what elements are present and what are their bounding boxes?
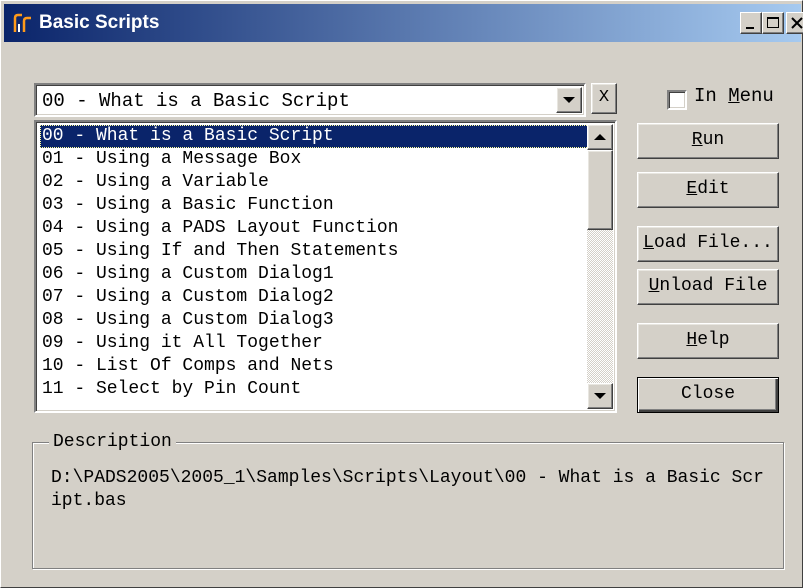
list-item[interactable]: 03 - Using a Basic Function — [40, 194, 589, 217]
edit-button[interactable]: Edit — [637, 172, 779, 208]
arrow-up-icon — [594, 134, 606, 140]
chevron-down-icon — [563, 97, 575, 103]
in-menu-label-mnemonic: M — [728, 85, 740, 107]
close-button[interactable]: Close — [637, 377, 779, 413]
unload-file-mnemonic: U — [648, 276, 660, 296]
script-select-value: 00 - What is a Basic Script — [42, 90, 350, 112]
script-listbox[interactable]: 00 - What is a Basic Script 01 - Using a … — [34, 120, 617, 413]
list-item[interactable]: 02 - Using a Variable — [40, 171, 589, 194]
load-file-label-rest: oad File... — [653, 233, 773, 253]
basic-scripts-dialog: Basic Scripts 00 - What is a Basic Scrip… — [0, 0, 803, 588]
run-label-rest: un — [702, 130, 725, 150]
edit-mnemonic: E — [686, 179, 698, 199]
script-list: 00 - What is a Basic Script 01 - Using a … — [40, 125, 589, 408]
in-menu-label-suffix: enu — [739, 85, 774, 107]
in-menu-label-prefix: In — [694, 85, 729, 107]
list-item[interactable]: 05 - Using If and Then Statements — [40, 240, 589, 263]
maximize-icon — [767, 17, 779, 28]
in-menu-checkbox[interactable] — [667, 90, 687, 110]
help-label-rest: elp — [697, 330, 730, 350]
dropdown-button[interactable] — [556, 87, 582, 113]
description-text: D:\PADS2005\2005_1\Samples\Scripts\Layou… — [51, 468, 764, 511]
clear-script-button[interactable]: X — [591, 83, 617, 114]
minimize-button[interactable] — [740, 12, 762, 34]
run-button[interactable]: Run — [637, 123, 779, 159]
description-group: Description D:\PADS2005\2005_1\Samples\S… — [32, 430, 784, 569]
run-mnemonic: R — [691, 130, 703, 150]
list-item[interactable]: 00 - What is a Basic Script — [40, 125, 589, 148]
scroll-up-button[interactable] — [587, 124, 613, 150]
unload-file-label-rest: nload File — [659, 276, 768, 296]
window-title: Basic Scripts — [39, 12, 160, 33]
list-item[interactable]: 04 - Using a PADS Layout Function — [40, 217, 589, 240]
description-label: Description — [49, 430, 176, 454]
maximize-button[interactable] — [762, 12, 784, 34]
title-bar[interactable]: Basic Scripts — [4, 4, 803, 42]
in-menu-label: In Menu — [694, 85, 774, 107]
script-app-icon — [13, 13, 31, 32]
list-item[interactable]: 09 - Using it All Together — [40, 332, 589, 355]
list-item[interactable]: 07 - Using a Custom Dialog2 — [40, 286, 589, 309]
close-window-button[interactable] — [786, 12, 803, 34]
help-button[interactable]: Help — [637, 323, 779, 359]
unload-file-button[interactable]: Unload File — [637, 269, 779, 305]
list-item[interactable]: 11 - Select by Pin Count — [40, 378, 589, 401]
list-item[interactable]: 01 - Using a Message Box — [40, 148, 589, 171]
load-file-button[interactable]: Load File... — [637, 226, 779, 262]
load-file-mnemonic: L — [643, 233, 654, 253]
list-item[interactable]: 08 - Using a Custom Dialog3 — [40, 309, 589, 332]
minimize-icon — [746, 27, 754, 29]
arrow-down-icon — [594, 393, 606, 399]
edit-label-rest: dit — [697, 179, 730, 199]
scroll-down-button[interactable] — [587, 383, 613, 409]
list-item[interactable]: 10 - List Of Comps and Nets — [40, 355, 589, 378]
script-select[interactable]: 00 - What is a Basic Script — [34, 83, 586, 117]
help-mnemonic: H — [686, 330, 698, 350]
close-icon — [791, 17, 803, 29]
scroll-thumb[interactable] — [587, 150, 613, 230]
list-scrollbar[interactable] — [587, 124, 613, 409]
list-item[interactable]: 06 - Using a Custom Dialog1 — [40, 263, 589, 286]
